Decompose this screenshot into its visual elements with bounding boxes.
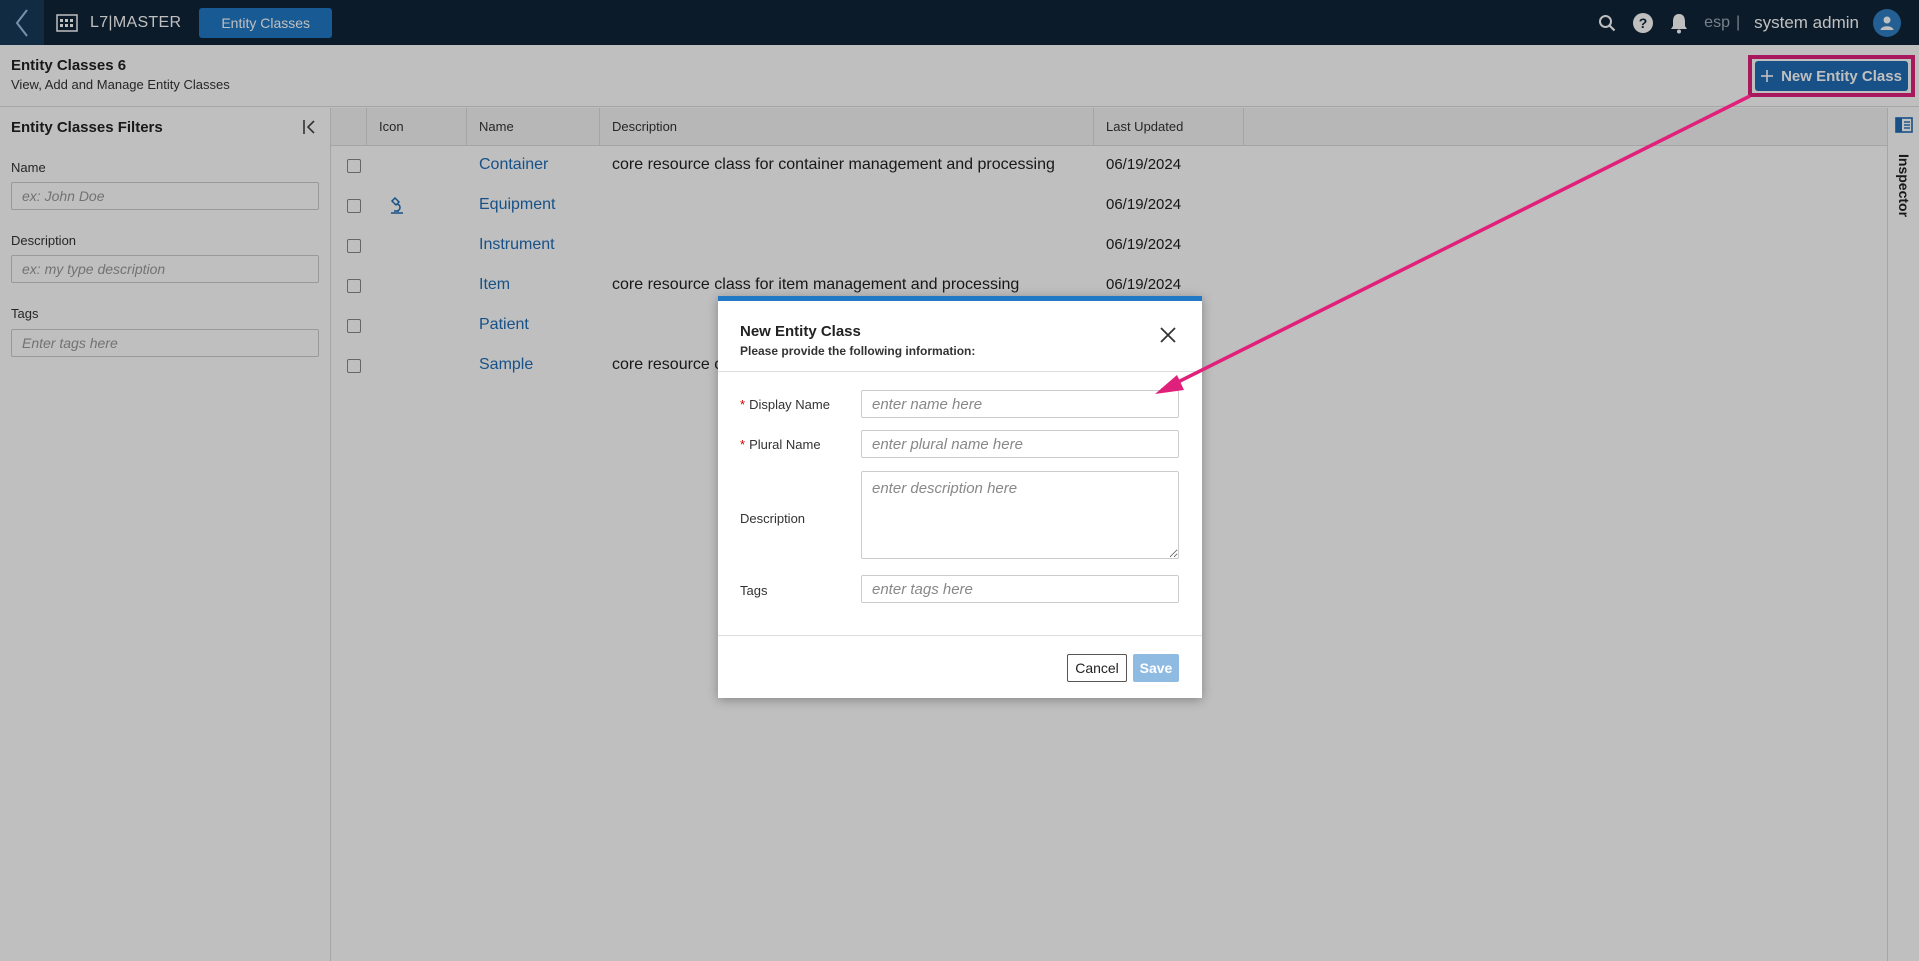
divider [718, 635, 1202, 636]
description-textarea[interactable] [861, 471, 1179, 559]
required-marker: * [740, 437, 746, 452]
dialog-title: New Entity Class [740, 323, 861, 340]
new-entity-class-dialog: New Entity Class Please provide the foll… [718, 296, 1202, 698]
tags-label: Tags [740, 583, 768, 598]
display-name-label: * Display Name [740, 397, 830, 412]
plural-name-input[interactable] [861, 430, 1179, 458]
close-icon[interactable] [1158, 325, 1178, 345]
required-marker: * [740, 397, 746, 412]
display-name-input[interactable] [861, 390, 1179, 418]
divider [718, 371, 1202, 372]
save-button[interactable]: Save [1133, 654, 1179, 682]
dialog-subtitle: Please provide the following information… [740, 344, 976, 358]
display-name-label-text: Display Name [749, 397, 830, 412]
plural-name-label-text: Plural Name [749, 437, 821, 452]
plural-name-label: * Plural Name [740, 437, 821, 452]
tags-input[interactable] [861, 575, 1179, 603]
description-label: Description [740, 511, 806, 526]
cancel-button[interactable]: Cancel [1067, 654, 1127, 682]
